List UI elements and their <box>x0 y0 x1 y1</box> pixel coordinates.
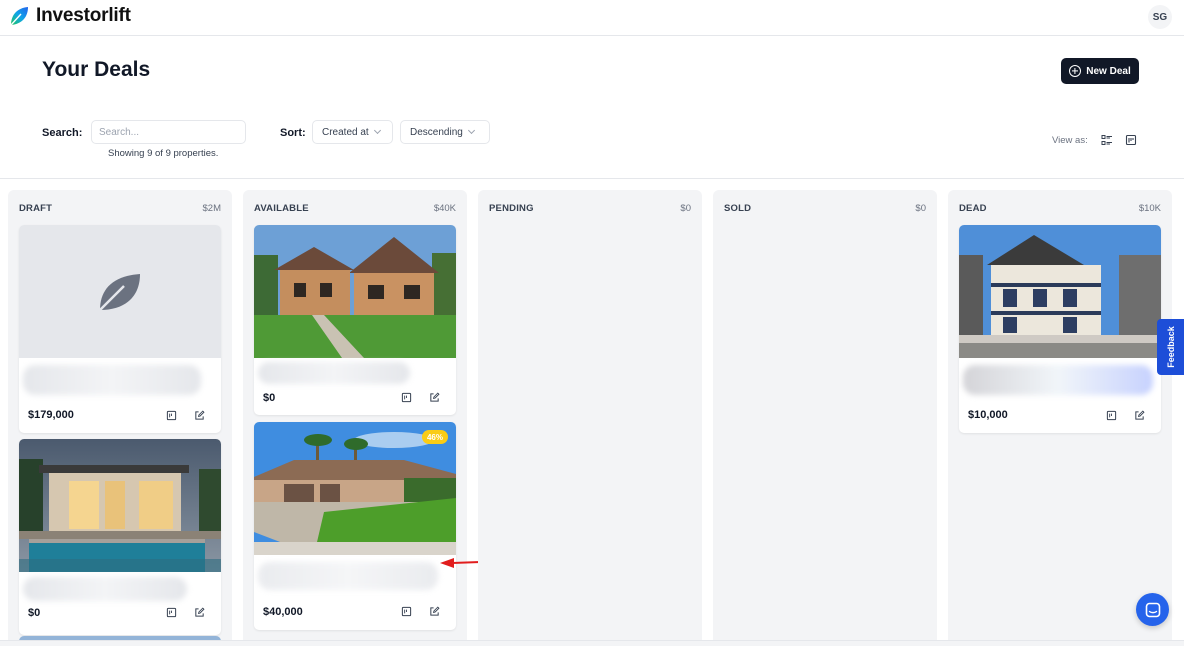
deal-card[interactable]: $0 <box>19 439 221 635</box>
column-title: PENDING <box>489 203 534 214</box>
divider <box>0 178 1184 179</box>
column-total: $2M <box>202 203 221 214</box>
list-view-icon[interactable] <box>1101 134 1113 146</box>
leaf-logo-icon <box>10 7 28 26</box>
feedback-label: Feedback <box>1165 326 1176 368</box>
edit-icon[interactable] <box>194 607 205 618</box>
property-image <box>19 439 221 572</box>
property-image <box>959 225 1161 358</box>
column-available: AVAILABLE $40K $0 46% $40,000 <box>243 190 467 646</box>
deal-price: $10,000 <box>968 409 1008 421</box>
sort-field-value: Created at <box>322 126 369 138</box>
feedback-tab[interactable]: Feedback <box>1157 319 1184 375</box>
property-image: 46% <box>254 422 456 555</box>
modern-house-pool-image <box>19 439 221 572</box>
victorian-duplex-snow-image <box>959 225 1161 358</box>
deal-card[interactable]: $179,000 <box>19 225 221 433</box>
new-deal-button[interactable]: New Deal <box>1061 58 1139 84</box>
deal-card[interactable]: $0 <box>254 225 456 415</box>
column-pending: PENDING $0 <box>478 190 702 646</box>
discount-badge: 46% <box>421 430 448 444</box>
blurred-address <box>23 577 187 601</box>
search-input[interactable] <box>91 120 246 144</box>
property-image <box>254 225 456 358</box>
edit-icon[interactable] <box>429 606 440 617</box>
plus-circle-icon <box>1069 65 1082 77</box>
leaf-placeholder-icon <box>99 274 140 311</box>
property-placeholder-image <box>19 225 221 358</box>
sort-field-select[interactable]: Created at <box>312 120 393 144</box>
top-bar: Investorlift SG <box>0 0 1184 36</box>
board-view-icon[interactable] <box>401 606 412 617</box>
edit-icon[interactable] <box>429 392 440 403</box>
blurred-address <box>963 365 1153 395</box>
deal-card[interactable]: 46% $40,000 <box>254 422 456 630</box>
column-title: DRAFT <box>19 203 53 214</box>
column-total: $10K <box>1138 203 1161 214</box>
edit-icon[interactable] <box>194 410 205 421</box>
board-view-icon[interactable] <box>166 410 177 421</box>
logo[interactable]: Investorlift <box>8 4 131 28</box>
deal-card[interactable]: $10,000 <box>959 225 1161 433</box>
blurred-address <box>23 365 201 395</box>
new-deal-label: New Deal <box>1086 65 1131 77</box>
column-draft: DRAFT $2M $179,000 $0 <box>8 190 232 646</box>
column-dead: DEAD $10K $10,000 <box>948 190 1172 646</box>
chevron-down-icon <box>373 126 381 135</box>
sort-order-select[interactable]: Descending <box>400 120 490 144</box>
column-total: $0 <box>680 203 691 214</box>
search-label: Search: <box>42 127 83 139</box>
column-total: $40K <box>433 203 456 214</box>
column-title: AVAILABLE <box>254 203 309 214</box>
page-title: Your Deals <box>42 58 151 81</box>
sort-order-value: Descending <box>410 126 463 138</box>
board-view-icon[interactable] <box>401 392 412 403</box>
board-view-icon[interactable] <box>1106 410 1117 421</box>
column-title: DEAD <box>959 203 987 214</box>
bottom-edge <box>0 640 1184 646</box>
chat-icon <box>1145 602 1160 617</box>
deal-price: $179,000 <box>28 409 74 421</box>
deal-price: $0 <box>263 392 276 404</box>
sort-label: Sort: <box>280 127 306 139</box>
blurred-address <box>258 362 410 384</box>
chat-launcher-button[interactable] <box>1136 593 1169 626</box>
deal-price: $0 <box>28 607 41 619</box>
column-title: SOLD <box>724 203 752 214</box>
column-sold: SOLD $0 <box>713 190 937 646</box>
chevron-down-icon <box>467 126 475 135</box>
brick-house-lawn-image <box>254 225 456 358</box>
results-count: Showing 9 of 9 properties. <box>108 148 219 159</box>
deal-price: $40,000 <box>263 606 303 618</box>
brand-name: Investorlift <box>36 5 131 26</box>
user-avatar[interactable]: SG <box>1148 5 1172 29</box>
board-view-icon[interactable] <box>166 607 177 618</box>
column-total: $0 <box>915 203 926 214</box>
blurred-address <box>258 562 438 590</box>
edit-icon[interactable] <box>1134 410 1145 421</box>
board-view-icon[interactable] <box>1125 134 1137 146</box>
view-as-label: View as: <box>1052 135 1088 146</box>
